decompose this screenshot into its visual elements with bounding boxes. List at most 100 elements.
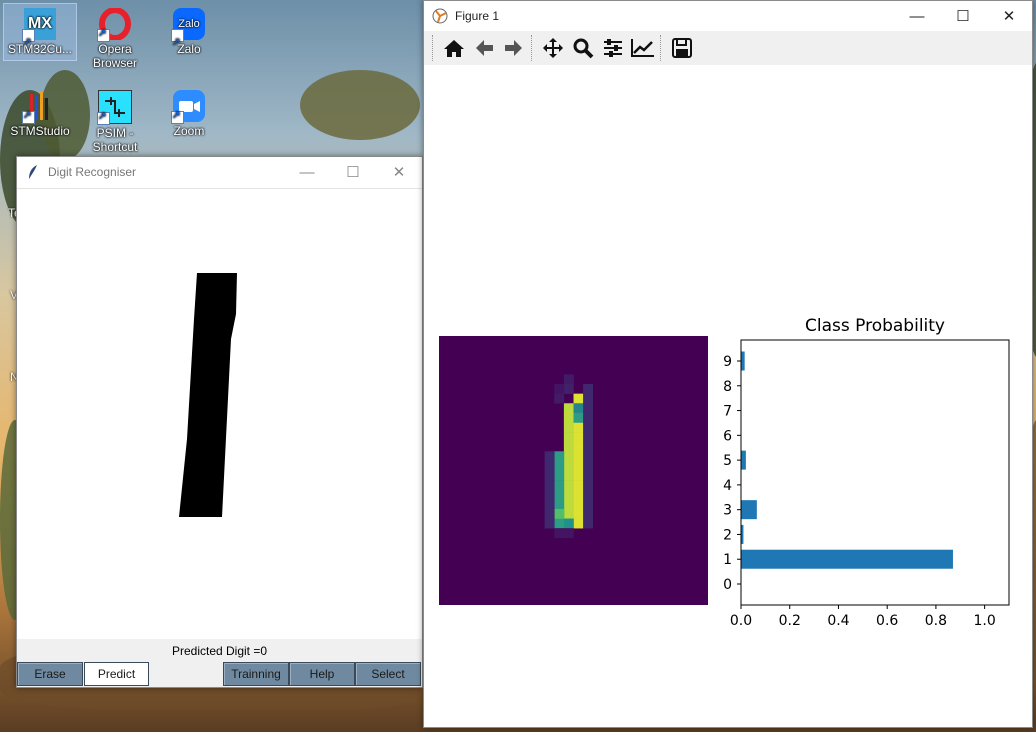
handwritten-digit-stroke [179,273,237,517]
heatmap-cell [544,508,555,519]
y-tick-label: 8 [723,379,732,395]
heatmap-cell [583,441,594,452]
y-tick-label: 7 [723,404,732,420]
heatmap-cell [583,393,594,404]
chart-title: Class Probability [805,316,945,336]
desktop-icon-stm32cubemx[interactable]: MX STM32Cu... [3,3,77,61]
desktop-icon-label: PSIM - Shortcut [92,126,138,154]
heatmap-cell [583,480,594,491]
heatmap-cell [554,460,565,471]
x-tick-label: 0.6 [876,613,898,629]
figure-canvas[interactable]: Class Probability 0 1 2 3 4 5 6 7 8 9 0.0 0.2 0.4 0.6 0… [424,65,1032,727]
bar [741,549,953,569]
figure-plot: Class Probability 0 1 2 3 4 5 6 7 8 9 0.0 0.2 0.4 0.6 0… [439,316,1010,629]
heatmap-cell [563,374,574,385]
heatmap-cell [554,518,565,529]
desktop-icon-stmstudio[interactable]: STMStudio [4,86,76,138]
heatmap-cell [563,489,574,500]
select-button[interactable]: Select [355,662,421,686]
heatmap-cell [583,518,594,529]
heatmap-cell [563,480,574,491]
zoom-icon[interactable] [568,33,598,63]
heatmap-cell [563,528,574,539]
maximize-button[interactable]: ☐ [940,1,986,31]
matplotlib-icon [432,8,448,24]
heatmap-cell [554,384,565,394]
button-row: Erase Predict Trainning Help Select [17,661,422,687]
back-icon[interactable] [469,33,499,63]
desktop-icon-zoom[interactable]: Zoom [153,86,225,138]
heatmap-cell [583,412,594,423]
heatmap-cell [563,518,574,529]
heatmap-cell [554,499,565,510]
window-title: Digit Recogniser [48,165,137,179]
zalo-icon: Zalo [171,8,205,59]
close-button[interactable]: ✕ [376,157,422,187]
heatmap-cell [573,451,584,462]
class-probability-chart: Class Probability 0 1 2 3 4 5 6 7 8 9 0.0 0.2 0.4 0.6 0… [723,316,1010,629]
desktop-icon-zalo[interactable]: Zalo Zalo [153,4,225,59]
home-icon[interactable] [439,33,469,63]
bar [741,351,745,371]
minimize-button[interactable]: — [284,157,330,187]
close-button[interactable]: ✕ [986,1,1032,31]
title-bar[interactable]: Figure 1 — ☐ ✕ [424,1,1032,31]
drawing-canvas[interactable] [17,188,422,640]
minimize-button[interactable]: — [894,1,940,31]
configure-subplots-icon[interactable] [598,33,628,63]
toolbar-grip [432,35,437,61]
heatmap-cell [573,412,584,423]
heatmap-cell [573,460,584,471]
figure-window: Figure 1 — ☐ ✕ Class Probability 0 1 2 3… [423,0,1033,728]
edit-axis-icon[interactable] [628,33,658,63]
y-tick-label: 9 [723,354,732,370]
forward-icon[interactable] [499,33,529,63]
stmstudio-icon [22,90,56,124]
pan-icon[interactable] [538,33,568,63]
heatmap-cell [563,412,574,423]
predicted-digit-label: Predicted Digit =0 [17,639,422,661]
heatmap-cell [573,393,584,404]
toolbar-separator [531,35,536,61]
zoom-icon [171,90,205,124]
heatmap-cell [554,451,565,462]
heatmap-cell [563,508,574,519]
heatmap-cell [554,393,565,404]
heatmap-cell [563,460,574,471]
stm32cubemx-icon: MX [22,8,56,59]
toolbar-separator [660,35,665,61]
erase-button[interactable]: Erase [17,662,83,686]
y-tick-label: 5 [723,453,732,469]
heatmap-cell [544,489,555,500]
heatmap-cell [544,518,555,529]
heatmap-cell [583,451,594,462]
heatmap-cell [573,518,584,529]
title-bar[interactable]: Digit Recogniser — ☐ ✕ [17,157,422,187]
heatmap-cell [544,470,555,481]
heatmap-cell [563,403,574,414]
heatmap-cell [583,508,594,519]
heatmap-cell [573,489,584,500]
heatmap-cell [573,441,584,452]
heatmap-cell [583,460,594,471]
heatmap-cell [573,470,584,481]
maximize-button[interactable]: ☐ [330,157,376,187]
heatmap-cell [563,470,574,481]
y-tick-label: 6 [723,428,732,444]
desktop-icon-psim[interactable]: PSIM - Shortcut [79,86,151,154]
y-tick-label: 0 [723,577,732,593]
help-button[interactable]: Help [289,662,355,686]
heatmap-cell [573,499,584,510]
heatmap-cell [544,480,555,491]
bar [741,500,757,520]
heatmap-cell [583,499,594,510]
desktop-icon-opera[interactable]: Opera Browser [79,4,151,70]
heatmap-cell [583,384,594,394]
save-icon[interactable] [667,33,697,63]
training-button[interactable]: Trainning [223,662,289,686]
heatmap-cell [583,432,594,442]
x-tick-label: 0.0 [730,613,752,629]
predict-button[interactable]: Predict [84,662,149,686]
opera-browser-icon [97,7,131,42]
psim-icon [97,90,132,125]
